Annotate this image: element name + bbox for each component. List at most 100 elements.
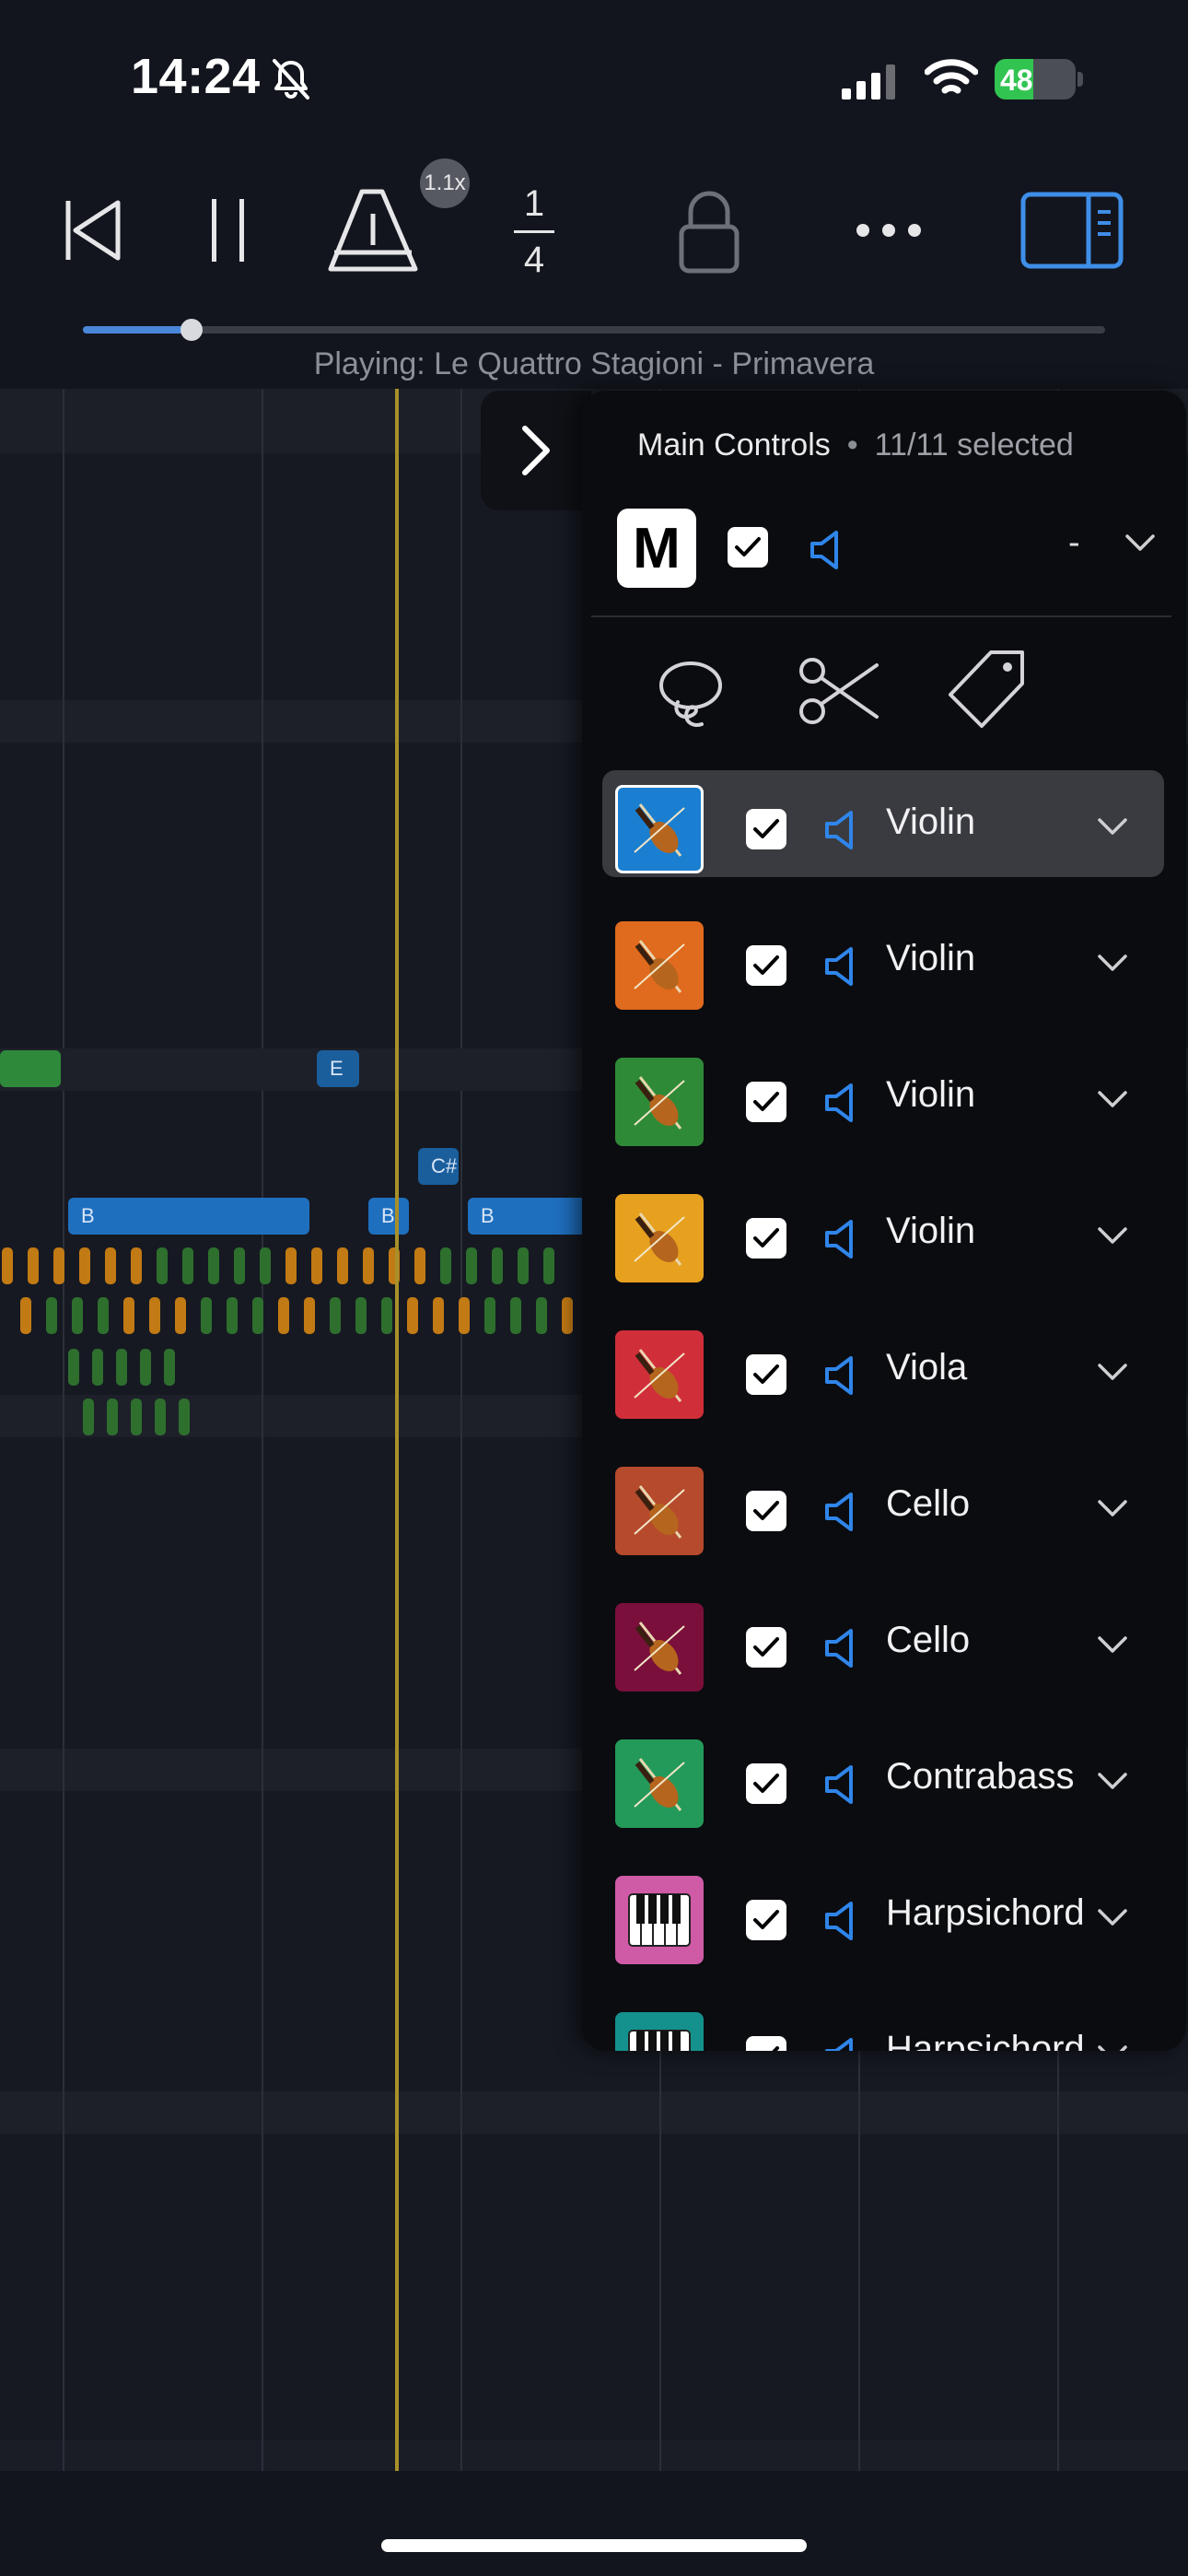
chevron-down-icon[interactable] [1124,533,1157,555]
instrument-tile[interactable] [615,1330,704,1419]
track-row[interactable]: Cello [602,1452,1164,1559]
chevron-down-icon[interactable] [1096,953,1129,975]
note-dash [68,1349,79,1386]
note-dash [492,1247,503,1284]
note-block[interactable] [0,1050,61,1087]
instrument-tile[interactable] [615,1467,704,1555]
note-block[interactable]: B [368,1198,409,1235]
instrument-tile[interactable] [615,1194,704,1282]
bell-slash-icon [273,59,309,100]
track-row[interactable]: Harpsichord [602,1997,1164,2051]
track-name: Violin [886,1211,976,1251]
note-block[interactable]: E [317,1050,359,1087]
skip-back-button[interactable] [55,175,129,286]
chevron-down-icon[interactable] [1096,816,1129,838]
note-block[interactable]: B [468,1198,588,1235]
instrument-tile[interactable] [615,785,704,873]
speaker-icon[interactable] [823,1763,860,1806]
chevron-down-icon[interactable] [1096,1089,1129,1111]
track-row[interactable]: Violin [602,907,1164,1013]
track-row[interactable]: Viola [602,1316,1164,1423]
speaker-icon[interactable] [823,1218,860,1260]
pause-button[interactable] [201,175,256,286]
instrument-tile[interactable] [615,1603,704,1692]
master-m-button[interactable]: M [617,509,696,588]
note-dash [433,1297,444,1334]
speaker-icon[interactable] [823,1491,860,1533]
time-signature-button[interactable]: 1 4 [505,181,564,283]
playhead[interactable] [395,389,399,2471]
instrument-tile[interactable] [615,1876,704,1964]
chevron-down-icon[interactable] [1096,2043,1129,2051]
speaker-icon[interactable] [823,1082,860,1124]
note-dash [484,1297,495,1334]
note-dash [105,1247,116,1284]
note-dash [543,1247,554,1284]
track-checkbox[interactable] [746,1900,786,1940]
track-checkbox[interactable] [746,809,786,849]
chevron-down-icon[interactable] [1096,1225,1129,1247]
note-dash [123,1297,134,1334]
note-dash [107,1399,118,1435]
instrument-tile[interactable] [615,1739,704,1828]
pause-icon [212,199,244,262]
speaker-icon[interactable] [823,1900,860,1942]
note-dash [562,1297,573,1334]
note-dash [227,1297,238,1334]
note-dash [155,1399,166,1435]
master-checkbox[interactable] [728,527,768,568]
checkmark-icon [753,1092,779,1111]
lasso-icon[interactable] [656,656,726,730]
lock-button[interactable] [672,175,746,286]
track-checkbox[interactable] [746,945,786,986]
chevron-down-icon[interactable] [1096,1771,1129,1793]
track-row[interactable]: Violin [602,1043,1164,1150]
chevron-down-icon[interactable] [1096,1634,1129,1657]
speaker-icon[interactable] [823,1354,860,1397]
tag-icon[interactable] [949,649,1028,733]
instrument-tile[interactable] [615,2012,704,2051]
track-name: Harpsichord [886,2029,1085,2051]
track-checkbox[interactable] [746,1354,786,1395]
sidebar-toggle-button[interactable] [1017,175,1127,286]
note-dash [311,1247,322,1284]
chevron-down-icon[interactable] [1096,1498,1129,1520]
track-checkbox[interactable] [746,1627,786,1668]
chevron-down-icon[interactable] [1096,1362,1129,1384]
speed-badge[interactable]: 1.1x [420,158,470,208]
chevron-down-icon[interactable] [1096,1907,1129,1929]
track-checkbox[interactable] [746,1218,786,1259]
track-row[interactable]: Violin [602,1179,1164,1286]
progress-knob[interactable] [180,319,203,341]
speaker-icon[interactable] [823,2036,860,2051]
time-signature-bottom: 4 [523,240,545,280]
track-checkbox[interactable] [746,1082,786,1122]
track-row[interactable]: Cello [602,1588,1164,1695]
speaker-icon[interactable] [823,809,860,851]
track-row[interactable]: Violin [602,770,1164,877]
more-button[interactable] [847,175,930,286]
collapse-panel-button[interactable] [481,391,591,510]
note-dash [466,1247,477,1284]
track-checkbox[interactable] [746,1491,786,1531]
speaker-icon[interactable] [823,1627,860,1669]
note-block[interactable]: B [68,1198,309,1235]
instrument-tile[interactable] [615,921,704,1010]
instrument-tile[interactable] [615,1058,704,1146]
metronome-button[interactable] [322,175,424,286]
speaker-icon[interactable] [823,945,860,988]
checkmark-icon [753,1910,779,1929]
speaker-icon[interactable] [809,529,845,571]
note-dash [116,1349,127,1386]
track-checkbox[interactable] [746,1763,786,1804]
note-block[interactable]: C# [418,1148,459,1185]
home-indicator[interactable] [381,2539,807,2552]
track-row[interactable]: Contrabass [602,1725,1164,1832]
track-checkbox[interactable] [746,2036,786,2051]
note-dash [459,1297,470,1334]
track-row[interactable]: Harpsichord [602,1861,1164,1968]
scissors-icon[interactable] [796,652,880,730]
checkmark-icon [753,1637,779,1657]
playback-progress-bar[interactable] [83,319,1105,341]
note-dash [330,1297,341,1334]
